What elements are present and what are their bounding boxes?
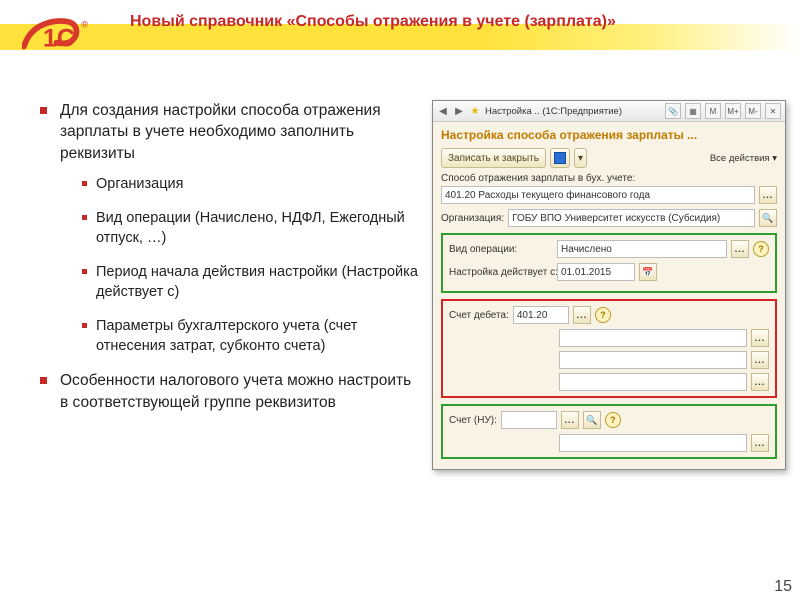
op-type-help-icon[interactable]: ?	[753, 241, 769, 257]
page-number: 15	[774, 578, 792, 596]
extra-button[interactable]: ▾	[574, 148, 587, 168]
window-title: Настройка .. (1С:Предприятие)	[485, 106, 661, 117]
tax-subconto-1-lookup[interactable]: ...	[751, 434, 769, 452]
tax-input[interactable]	[501, 411, 557, 429]
op-type-lookup-button[interactable]: ...	[731, 240, 749, 258]
svg-text:®: ®	[81, 19, 88, 30]
operation-group: Вид операции: ... ? Настройка действует …	[441, 233, 777, 293]
org-search-button[interactable]: 🔍	[759, 209, 777, 227]
sub-bullet-1: Организация	[82, 174, 420, 194]
ellipsis-icon: ...	[763, 190, 774, 200]
tool-calc-icon[interactable]: ▦	[685, 103, 701, 119]
method-lookup-button[interactable]: ...	[759, 186, 777, 204]
date-label: Настройка действует с:	[449, 267, 553, 278]
method-label: Способ отражения зарплаты в бух. учете:	[441, 173, 777, 184]
app-window: ◀ ▶ ★ Настройка .. (1С:Предприятие) 📎 ▦ …	[432, 100, 786, 470]
back-icon[interactable]: ◀	[437, 105, 449, 117]
tax-lookup-button[interactable]: ...	[561, 411, 579, 429]
sub-bullet-4: Параметры бухгалтерского учета (счет отн…	[82, 316, 420, 356]
subconto-2-input[interactable]	[559, 351, 747, 369]
tax-help-icon[interactable]: ?	[605, 412, 621, 428]
tax-search-button[interactable]: 🔍	[583, 411, 601, 429]
sub-bullet-3: Период начала действия настройки (Настро…	[82, 262, 420, 302]
all-actions-label: Все действия	[710, 153, 770, 164]
ellipsis-icon: ...	[755, 333, 766, 343]
ellipsis-icon: ...	[565, 415, 576, 425]
subconto-1-input[interactable]	[559, 329, 747, 347]
tool-attach-icon[interactable]: 📎	[665, 103, 681, 119]
ellipsis-icon: ...	[755, 355, 766, 365]
date-picker-button[interactable]: 📅	[639, 263, 657, 281]
all-actions-button[interactable]: Все действия ▾	[710, 153, 777, 164]
op-type-input[interactable]	[557, 240, 727, 258]
bullet-1: Для создания настройки способа отражения…	[40, 100, 420, 356]
favorite-icon[interactable]: ★	[469, 105, 481, 117]
chevron-down-icon: ▾	[772, 153, 777, 164]
close-icon[interactable]: ✕	[765, 103, 781, 119]
debit-help-icon[interactable]: ?	[595, 307, 611, 323]
save-icon	[554, 152, 566, 164]
search-icon: 🔍	[762, 213, 773, 224]
svg-text:1С: 1С	[43, 25, 75, 52]
sub-bullet-2: Вид операции (Начислено, НДФЛ, Ежегодный…	[82, 208, 420, 248]
slide-title: Новый справочник «Способы отражения в уч…	[130, 12, 780, 33]
ellipsis-icon: ...	[735, 244, 746, 254]
method-input[interactable]	[441, 186, 755, 204]
calendar-icon: 📅	[642, 267, 653, 278]
org-label: Организация:	[441, 213, 504, 224]
search-icon: 🔍	[586, 415, 597, 426]
save-close-button[interactable]: Записать и закрыть	[441, 148, 546, 168]
debit-input[interactable]	[513, 306, 569, 324]
forward-icon[interactable]: ▶	[453, 105, 465, 117]
ellipsis-icon: ...	[755, 438, 766, 448]
accounting-group: Счет дебета: ... ? ... ... ...	[441, 299, 777, 398]
subconto-3-lookup[interactable]: ...	[751, 373, 769, 391]
debit-lookup-button[interactable]: ...	[573, 306, 591, 324]
window-titlebar: ◀ ▶ ★ Настройка .. (1С:Предприятие) 📎 ▦ …	[433, 101, 785, 122]
subconto-2-lookup[interactable]: ...	[751, 351, 769, 369]
op-type-label: Вид операции:	[449, 244, 553, 255]
form-title: Настройка способа отражения зарплаты ...	[441, 128, 777, 142]
bullet-2: Особенности налогового учета можно настр…	[40, 370, 420, 413]
tax-subconto-1-input[interactable]	[559, 434, 747, 452]
tool-m2-icon[interactable]: M+	[725, 103, 741, 119]
subconto-3-input[interactable]	[559, 373, 747, 391]
save-close-label: Записать и закрыть	[448, 153, 539, 164]
tool-m1-icon[interactable]: M	[705, 103, 721, 119]
org-input[interactable]	[508, 209, 755, 227]
tool-m3-icon[interactable]: M-	[745, 103, 761, 119]
date-input[interactable]	[557, 263, 635, 281]
save-button[interactable]	[550, 148, 570, 168]
ellipsis-icon: ...	[577, 310, 588, 320]
company-logo: 1С ®	[22, 14, 108, 58]
subconto-1-lookup[interactable]: ...	[751, 329, 769, 347]
bullet-1-text: Для создания настройки способа отражения…	[60, 102, 381, 162]
debit-label: Счет дебета:	[449, 310, 509, 321]
tax-group: Счет (НУ): ... 🔍 ? ...	[441, 404, 777, 459]
ellipsis-icon: ...	[755, 377, 766, 387]
tax-label: Счет (НУ):	[449, 415, 497, 426]
